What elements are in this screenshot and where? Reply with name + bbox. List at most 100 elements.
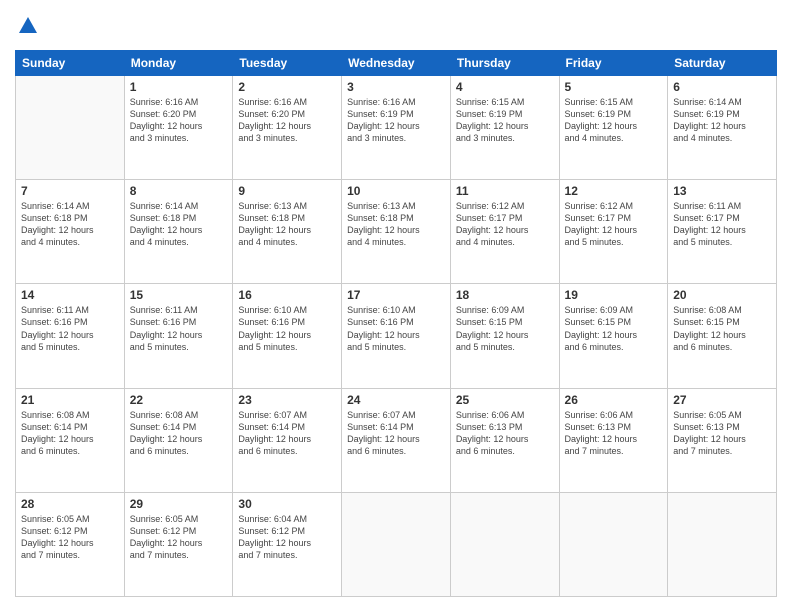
- day-cell: 28Sunrise: 6:05 AM Sunset: 6:12 PM Dayli…: [16, 492, 125, 596]
- day-number: 18: [456, 288, 554, 302]
- day-cell: 8 Sunrise: 6:14 AM Sunset: 6:18 PM Daylig…: [124, 180, 233, 284]
- day-number: 19: [565, 288, 663, 302]
- day-cell: [342, 492, 451, 596]
- day-header-friday: Friday: [559, 50, 668, 75]
- day-cell: 22Sunrise: 6:08 AM Sunset: 6:14 PM Dayli…: [124, 388, 233, 492]
- day-info: Sunrise: 6:13 AM Sunset: 6:18 PM Dayligh…: [347, 200, 445, 249]
- day-info: Sunrise: 6:16 AM Sunset: 6:20 PM Dayligh…: [130, 96, 228, 145]
- day-cell: 14 Sunrise: 6:11 AM Sunset: 6:16 PM Dayli…: [16, 284, 125, 388]
- day-cell: 16 Sunrise: 6:10 AM Sunset: 6:16 PM Dayli…: [233, 284, 342, 388]
- day-cell: 9 Sunrise: 6:13 AM Sunset: 6:18 PM Daylig…: [233, 180, 342, 284]
- day-cell: 25 Sunrise: 6:06 AM Sunset: 6:13 PM Dayli…: [450, 388, 559, 492]
- day-header-thursday: Thursday: [450, 50, 559, 75]
- day-number: 16: [238, 288, 336, 302]
- day-number: 17: [347, 288, 445, 302]
- day-info: Sunrise: 6:13 AM Sunset: 6:18 PM Dayligh…: [238, 200, 336, 249]
- day-cell: 19 Sunrise: 6:09 AM Sunset: 6:15 PM Dayli…: [559, 284, 668, 388]
- day-cell: 20Sunrise: 6:08 AM Sunset: 6:15 PM Dayli…: [668, 284, 777, 388]
- day-info: Sunrise: 6:05 AM Sunset: 6:13 PM Dayligh…: [673, 409, 771, 458]
- day-cell: 23Sunrise: 6:07 AM Sunset: 6:14 PM Dayli…: [233, 388, 342, 492]
- day-number: 12: [565, 184, 663, 198]
- day-cell: 26 Sunrise: 6:06 AM Sunset: 6:13 PM Dayli…: [559, 388, 668, 492]
- calendar-table: SundayMondayTuesdayWednesdayThursdayFrid…: [15, 50, 777, 597]
- day-cell: 27 Sunrise: 6:05 AM Sunset: 6:13 PM Dayli…: [668, 388, 777, 492]
- day-cell: 1 Sunrise: 6:16 AM Sunset: 6:20 PM Daylig…: [124, 75, 233, 179]
- day-number: 4: [456, 80, 554, 94]
- day-info: Sunrise: 6:14 AM Sunset: 6:19 PM Dayligh…: [673, 96, 771, 145]
- day-number: 1: [130, 80, 228, 94]
- day-number: 11: [456, 184, 554, 198]
- day-cell: [559, 492, 668, 596]
- day-header-wednesday: Wednesday: [342, 50, 451, 75]
- day-number: 14: [21, 288, 119, 302]
- day-header-monday: Monday: [124, 50, 233, 75]
- day-cell: 11 Sunrise: 6:12 AM Sunset: 6:17 PM Dayli…: [450, 180, 559, 284]
- day-cell: 17 Sunrise: 6:10 AM Sunset: 6:16 PM Dayli…: [342, 284, 451, 388]
- day-number: 13: [673, 184, 771, 198]
- day-cell: 5 Sunrise: 6:15 AM Sunset: 6:19 PM Daylig…: [559, 75, 668, 179]
- day-number: 6: [673, 80, 771, 94]
- week-row-5: 28Sunrise: 6:05 AM Sunset: 6:12 PM Dayli…: [16, 492, 777, 596]
- day-number: 5: [565, 80, 663, 94]
- day-number: 20: [673, 288, 771, 302]
- week-row-4: 21 Sunrise: 6:08 AM Sunset: 6:14 PM Dayli…: [16, 388, 777, 492]
- day-info: Sunrise: 6:11 AM Sunset: 6:16 PM Dayligh…: [21, 304, 119, 353]
- day-info: Sunrise: 6:11 AM Sunset: 6:16 PM Dayligh…: [130, 304, 228, 353]
- day-header-saturday: Saturday: [668, 50, 777, 75]
- day-number: 29: [130, 497, 228, 511]
- day-info: Sunrise: 6:12 AM Sunset: 6:17 PM Dayligh…: [456, 200, 554, 249]
- day-info: Sunrise: 6:05 AM Sunset: 6:12 PM Dayligh…: [21, 513, 119, 562]
- day-info: Sunrise: 6:06 AM Sunset: 6:13 PM Dayligh…: [565, 409, 663, 458]
- day-number: 24: [347, 393, 445, 407]
- day-cell: [668, 492, 777, 596]
- day-cell: 24 Sunrise: 6:07 AM Sunset: 6:14 PM Dayli…: [342, 388, 451, 492]
- day-info: Sunrise: 6:04 AM Sunset: 6:12 PM Dayligh…: [238, 513, 336, 562]
- day-info: Sunrise: 6:15 AM Sunset: 6:19 PM Dayligh…: [456, 96, 554, 145]
- day-info: Sunrise: 6:14 AM Sunset: 6:18 PM Dayligh…: [130, 200, 228, 249]
- day-info: Sunrise: 6:10 AM Sunset: 6:16 PM Dayligh…: [347, 304, 445, 353]
- day-info: Sunrise: 6:10 AM Sunset: 6:16 PM Dayligh…: [238, 304, 336, 353]
- day-cell: [450, 492, 559, 596]
- logo-text: [15, 15, 39, 42]
- day-cell: 15 Sunrise: 6:11 AM Sunset: 6:16 PM Dayli…: [124, 284, 233, 388]
- day-number: 21: [21, 393, 119, 407]
- day-number: 10: [347, 184, 445, 198]
- day-cell: 10 Sunrise: 6:13 AM Sunset: 6:18 PM Dayli…: [342, 180, 451, 284]
- day-info: Sunrise: 6:08 AM Sunset: 6:14 PM Dayligh…: [21, 409, 119, 458]
- day-cell: 4 Sunrise: 6:15 AM Sunset: 6:19 PM Daylig…: [450, 75, 559, 179]
- week-row-3: 14 Sunrise: 6:11 AM Sunset: 6:16 PM Dayli…: [16, 284, 777, 388]
- page: SundayMondayTuesdayWednesdayThursdayFrid…: [0, 0, 792, 612]
- day-number: 15: [130, 288, 228, 302]
- day-number: 9: [238, 184, 336, 198]
- header: [15, 15, 777, 42]
- day-number: 8: [130, 184, 228, 198]
- day-number: 2: [238, 80, 336, 94]
- day-cell: 30 Sunrise: 6:04 AM Sunset: 6:12 PM Dayli…: [233, 492, 342, 596]
- day-info: Sunrise: 6:05 AM Sunset: 6:12 PM Dayligh…: [130, 513, 228, 562]
- week-row-2: 7Sunrise: 6:14 AM Sunset: 6:18 PM Daylig…: [16, 180, 777, 284]
- day-header-sunday: Sunday: [16, 50, 125, 75]
- day-number: 26: [565, 393, 663, 407]
- day-number: 30: [238, 497, 336, 511]
- day-info: Sunrise: 6:06 AM Sunset: 6:13 PM Dayligh…: [456, 409, 554, 458]
- day-cell: 21 Sunrise: 6:08 AM Sunset: 6:14 PM Dayli…: [16, 388, 125, 492]
- day-info: Sunrise: 6:14 AM Sunset: 6:18 PM Dayligh…: [21, 200, 119, 249]
- day-number: 25: [456, 393, 554, 407]
- day-cell: 18Sunrise: 6:09 AM Sunset: 6:15 PM Dayli…: [450, 284, 559, 388]
- day-info: Sunrise: 6:11 AM Sunset: 6:17 PM Dayligh…: [673, 200, 771, 249]
- logo-icon: [17, 15, 39, 37]
- week-row-1: 1 Sunrise: 6:16 AM Sunset: 6:20 PM Daylig…: [16, 75, 777, 179]
- day-cell: 7Sunrise: 6:14 AM Sunset: 6:18 PM Daylig…: [16, 180, 125, 284]
- day-info: Sunrise: 6:12 AM Sunset: 6:17 PM Dayligh…: [565, 200, 663, 249]
- day-info: Sunrise: 6:07 AM Sunset: 6:14 PM Dayligh…: [347, 409, 445, 458]
- day-number: 23: [238, 393, 336, 407]
- day-info: Sunrise: 6:09 AM Sunset: 6:15 PM Dayligh…: [565, 304, 663, 353]
- day-info: Sunrise: 6:16 AM Sunset: 6:19 PM Dayligh…: [347, 96, 445, 145]
- day-info: Sunrise: 6:16 AM Sunset: 6:20 PM Dayligh…: [238, 96, 336, 145]
- day-cell: 2 Sunrise: 6:16 AM Sunset: 6:20 PM Daylig…: [233, 75, 342, 179]
- calendar-header-row: SundayMondayTuesdayWednesdayThursdayFrid…: [16, 50, 777, 75]
- day-info: Sunrise: 6:15 AM Sunset: 6:19 PM Dayligh…: [565, 96, 663, 145]
- day-number: 27: [673, 393, 771, 407]
- day-number: 3: [347, 80, 445, 94]
- day-cell: [16, 75, 125, 179]
